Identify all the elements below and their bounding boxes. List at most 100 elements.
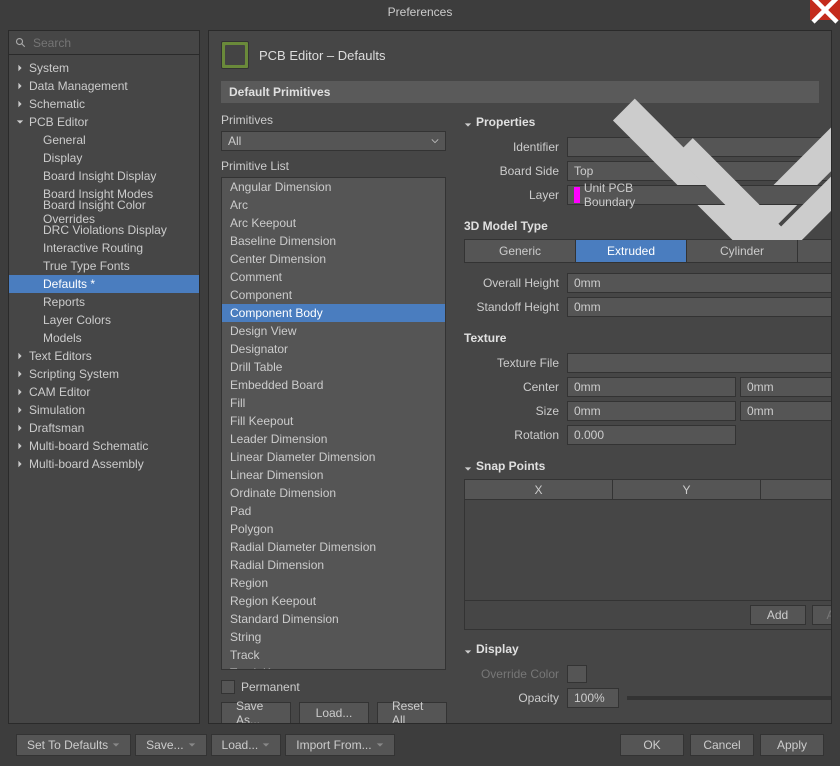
- list-item[interactable]: Linear Diameter Dimension: [222, 448, 445, 466]
- tree-item[interactable]: Board Insight Display: [9, 167, 199, 185]
- list-item[interactable]: Linear Dimension: [222, 466, 445, 484]
- list-item[interactable]: Component Body: [222, 304, 445, 322]
- list-item[interactable]: Fill Keepout: [222, 412, 445, 430]
- tree-item[interactable]: Draftsman: [9, 419, 199, 437]
- save-as-button[interactable]: Save As...: [221, 702, 291, 724]
- list-item[interactable]: Region: [222, 574, 445, 592]
- list-item[interactable]: Angular Dimension: [222, 178, 445, 196]
- close-button[interactable]: [810, 0, 840, 20]
- list-item[interactable]: Designator: [222, 340, 445, 358]
- collapse-icon[interactable]: [464, 462, 472, 470]
- layer-label: Layer: [464, 188, 559, 202]
- tree-item-label: Multi-board Schematic: [29, 439, 148, 453]
- rotation-label: Rotation: [464, 428, 559, 442]
- model-type-option[interactable]: Sphere: [798, 240, 832, 262]
- list-item[interactable]: Leader Dimension: [222, 430, 445, 448]
- tree-item[interactable]: Reports: [9, 293, 199, 311]
- list-item[interactable]: Pad: [222, 502, 445, 520]
- footer-save-button[interactable]: Save...: [135, 734, 206, 756]
- list-item[interactable]: Component: [222, 286, 445, 304]
- caret-right-icon[interactable]: [15, 99, 25, 109]
- sidebar: SystemData ManagementSchematicPCB Editor…: [8, 30, 200, 724]
- tree-item[interactable]: Layer Colors: [9, 311, 199, 329]
- list-item[interactable]: Ordinate Dimension: [222, 484, 445, 502]
- list-item[interactable]: String: [222, 628, 445, 646]
- tree-item[interactable]: Interactive Routing: [9, 239, 199, 257]
- size-y-input[interactable]: [740, 401, 832, 421]
- caret-right-icon[interactable]: [15, 63, 25, 73]
- texture-file-field[interactable]: ···: [567, 353, 832, 373]
- caret-right-icon[interactable]: [15, 81, 25, 91]
- caret-right-icon[interactable]: [15, 387, 25, 397]
- tree-item[interactable]: General: [9, 131, 199, 149]
- caret-right-icon[interactable]: [15, 423, 25, 433]
- size-x-input[interactable]: [567, 401, 736, 421]
- tree-item[interactable]: Multi-board Assembly: [9, 455, 199, 473]
- tree-item[interactable]: Multi-board Schematic: [9, 437, 199, 455]
- tree-item[interactable]: Board Insight Color Overrides: [9, 203, 199, 221]
- reset-all-button[interactable]: Reset All: [377, 702, 447, 724]
- model-type-option[interactable]: Extruded: [576, 240, 687, 262]
- list-item[interactable]: Embedded Board: [222, 376, 445, 394]
- caret-right-icon[interactable]: [15, 405, 25, 415]
- list-item[interactable]: Baseline Dimension: [222, 232, 445, 250]
- list-item[interactable]: Track Keepout: [222, 664, 445, 670]
- standoff-height-input[interactable]: [567, 297, 832, 317]
- rotation-input[interactable]: [567, 425, 736, 445]
- list-item[interactable]: Polygon: [222, 520, 445, 538]
- list-item[interactable]: Comment: [222, 268, 445, 286]
- list-item[interactable]: Center Dimension: [222, 250, 445, 268]
- caret-right-icon[interactable]: [15, 459, 25, 469]
- tree-item[interactable]: CAM Editor: [9, 383, 199, 401]
- primitive-list[interactable]: Angular DimensionArcArc KeepoutBaseline …: [221, 177, 446, 670]
- caret-down-icon[interactable]: [15, 117, 25, 127]
- load-button[interactable]: Load...: [299, 702, 369, 724]
- primitives-filter-dropdown[interactable]: All: [221, 131, 446, 151]
- search-box[interactable]: [9, 31, 199, 55]
- list-item[interactable]: Radial Diameter Dimension: [222, 538, 445, 556]
- tree-item[interactable]: Simulation: [9, 401, 199, 419]
- caret-right-icon[interactable]: [15, 369, 25, 379]
- opacity-input[interactable]: [567, 688, 619, 708]
- set-defaults-button[interactable]: Set To Defaults: [16, 734, 131, 756]
- apply-button[interactable]: Apply: [760, 734, 824, 756]
- list-item[interactable]: Fill: [222, 394, 445, 412]
- list-item[interactable]: Arc Keepout: [222, 214, 445, 232]
- tree-item[interactable]: System: [9, 59, 199, 77]
- layer-dropdown[interactable]: Unit PCB Boundary: [567, 185, 832, 205]
- list-item[interactable]: Standard Dimension: [222, 610, 445, 628]
- override-color-swatch[interactable]: [567, 665, 587, 683]
- collapse-icon[interactable]: [464, 645, 472, 653]
- tree-item[interactable]: Scripting System: [9, 365, 199, 383]
- tree-item[interactable]: Text Editors: [9, 347, 199, 365]
- tree-item[interactable]: Schematic: [9, 95, 199, 113]
- cancel-button[interactable]: Cancel: [690, 734, 754, 756]
- ok-button[interactable]: OK: [620, 734, 684, 756]
- list-item[interactable]: Radial Dimension: [222, 556, 445, 574]
- footer-load-button[interactable]: Load...: [211, 734, 282, 756]
- tree-item[interactable]: Display: [9, 149, 199, 167]
- opacity-slider[interactable]: [627, 696, 832, 700]
- tree-item[interactable]: Models: [9, 329, 199, 347]
- caret-right-icon[interactable]: [15, 441, 25, 451]
- overall-height-input[interactable]: [567, 273, 832, 293]
- list-item[interactable]: Design View: [222, 322, 445, 340]
- model-type-option[interactable]: Cylinder: [687, 240, 798, 262]
- add-snap-button[interactable]: Add: [750, 605, 806, 625]
- center-y-input[interactable]: [740, 377, 832, 397]
- tree-item[interactable]: Data Management: [9, 77, 199, 95]
- list-item[interactable]: Drill Table: [222, 358, 445, 376]
- tree-item[interactable]: True Type Fonts: [9, 257, 199, 275]
- import-from-button[interactable]: Import From...: [285, 734, 394, 756]
- list-item[interactable]: Region Keepout: [222, 592, 445, 610]
- collapse-icon[interactable]: [464, 118, 472, 126]
- model-type-option[interactable]: Generic: [465, 240, 576, 262]
- tree-item[interactable]: Defaults *: [9, 275, 199, 293]
- permanent-checkbox[interactable]: [221, 680, 235, 694]
- list-item[interactable]: Track: [222, 646, 445, 664]
- tree-item[interactable]: PCB Editor: [9, 113, 199, 131]
- caret-right-icon[interactable]: [15, 351, 25, 361]
- search-input[interactable]: [33, 36, 193, 50]
- list-item[interactable]: Arc: [222, 196, 445, 214]
- center-x-input[interactable]: [567, 377, 736, 397]
